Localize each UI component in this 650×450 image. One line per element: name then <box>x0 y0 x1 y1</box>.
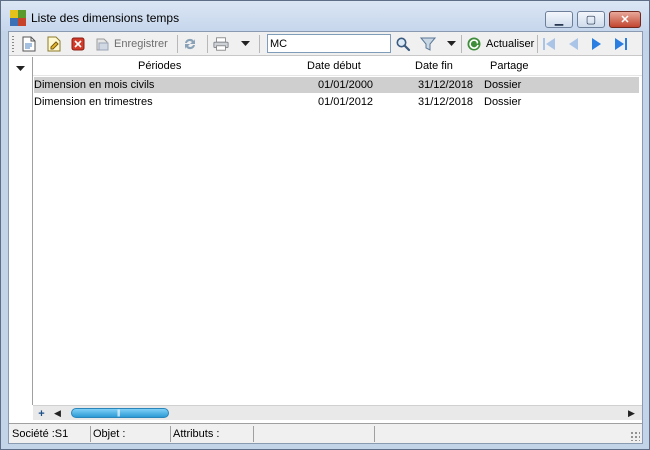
close-icon: ✕ <box>620 14 630 26</box>
scroll-thumb[interactable]: ||| <box>71 408 169 418</box>
data-grid: Périodes Date début Date fin Partage Dim… <box>9 57 642 405</box>
last-page-button[interactable] <box>613 35 629 53</box>
new-doc-icon <box>21 36 37 52</box>
cell-date-fin: 31/12/2018 <box>418 79 474 91</box>
title-bar[interactable]: Liste des dimensions temps ▁ ▢ ✕ <box>1 1 649 31</box>
window-title: Liste des dimensions temps <box>31 11 180 25</box>
table-row[interactable]: Dimension en mois civils 01/01/2000 31/1… <box>34 77 639 93</box>
cell-date-fin: 31/12/2018 <box>418 96 474 108</box>
scroll-left-button[interactable]: ◀ <box>51 407 64 420</box>
search-icon <box>395 36 411 52</box>
plus-icon: + <box>38 407 45 420</box>
filter-icon <box>420 36 436 52</box>
status-empty-pane <box>254 426 375 442</box>
cell-partage: Dossier <box>484 96 522 108</box>
scroll-right-button[interactable]: ▶ <box>625 407 638 420</box>
add-row-button[interactable]: + <box>35 407 48 420</box>
last-page-icon <box>613 36 629 52</box>
content-area: Enregistrer MC Actualiser Périodes Date … <box>8 31 643 444</box>
previous-page-button[interactable] <box>565 35 581 53</box>
toolbar-separator <box>177 35 178 53</box>
dropdown-arrow-icon <box>237 36 253 52</box>
column-header-periodes[interactable]: Périodes <box>138 57 181 75</box>
cell-date-debut: 01/01/2000 <box>318 79 374 91</box>
search-field[interactable] <box>267 34 391 53</box>
app-window: Liste des dimensions temps ▁ ▢ ✕ Enregis… <box>0 0 650 450</box>
table-row[interactable]: Dimension en trimestres 01/01/2012 31/12… <box>34 94 639 110</box>
toolbar-separator <box>259 35 260 53</box>
print-dropdown-button[interactable] <box>237 35 253 53</box>
resize-grip-icon[interactable] <box>630 431 640 441</box>
minimize-icon: ▁ <box>554 14 564 26</box>
row-header-column <box>9 57 33 405</box>
status-bar: Société :S1 Objet : Attributs : <box>9 423 642 443</box>
toolbar-separator <box>537 35 538 53</box>
cell-date-debut: 01/01/2012 <box>318 96 374 108</box>
status-societe: Société :S1 <box>10 426 91 442</box>
scroll-left-icon: ◀ <box>54 408 61 418</box>
search-button[interactable] <box>395 35 411 53</box>
maximize-icon: ▢ <box>585 14 597 26</box>
dropdown-arrow-icon <box>443 36 459 52</box>
save-icon <box>95 36 111 52</box>
horizontal-scrollbar[interactable]: + ◀ ||| ▶ <box>33 405 642 420</box>
minimize-button[interactable]: ▁ <box>545 11 573 28</box>
filter-dropdown-button[interactable] <box>443 35 459 53</box>
save-button[interactable]: Enregistrer <box>95 35 168 53</box>
close-button[interactable]: ✕ <box>609 11 641 28</box>
column-header-partage[interactable]: Partage <box>490 57 529 75</box>
edit-button[interactable] <box>46 35 62 53</box>
next-page-icon <box>589 36 605 52</box>
status-objet: Objet : <box>91 426 171 442</box>
refresh-button[interactable]: Actualiser <box>466 35 534 53</box>
scroll-right-icon: ▶ <box>628 408 635 418</box>
sync-icon <box>182 36 198 52</box>
search-input[interactable] <box>270 36 388 51</box>
edit-doc-icon <box>46 36 62 52</box>
status-attributs: Attributs : <box>171 426 254 442</box>
print-icon <box>213 36 229 52</box>
thumb-grip-icon: ||| <box>117 410 121 417</box>
toolbar-grip[interactable] <box>12 36 14 52</box>
app-logo-icon <box>10 10 26 26</box>
cell-partage: Dossier <box>484 79 522 91</box>
first-page-icon <box>541 36 557 52</box>
next-page-button[interactable] <box>589 35 605 53</box>
header-divider <box>33 75 642 76</box>
toolbar-separator <box>207 35 208 53</box>
toolbar-separator <box>461 35 462 53</box>
column-header-date-fin[interactable]: Date fin <box>415 57 453 75</box>
filter-button[interactable] <box>420 35 436 53</box>
sync-button[interactable] <box>182 35 198 53</box>
delete-icon <box>70 36 86 52</box>
refresh-icon <box>466 36 482 52</box>
toolbar: Enregistrer MC Actualiser <box>9 32 642 56</box>
column-header-date-debut[interactable]: Date début <box>307 57 361 75</box>
first-page-button[interactable] <box>541 35 557 53</box>
print-button[interactable] <box>213 35 229 53</box>
column-chooser-icon[interactable] <box>16 63 25 75</box>
previous-page-icon <box>565 36 581 52</box>
save-label: Enregistrer <box>114 38 168 50</box>
cell-periode: Dimension en mois civils <box>34 79 155 91</box>
maximize-button[interactable]: ▢ <box>577 11 605 28</box>
delete-button[interactable] <box>70 35 86 53</box>
cell-periode: Dimension en trimestres <box>34 96 153 108</box>
refresh-label: Actualiser <box>486 38 535 50</box>
new-button[interactable] <box>21 35 37 53</box>
